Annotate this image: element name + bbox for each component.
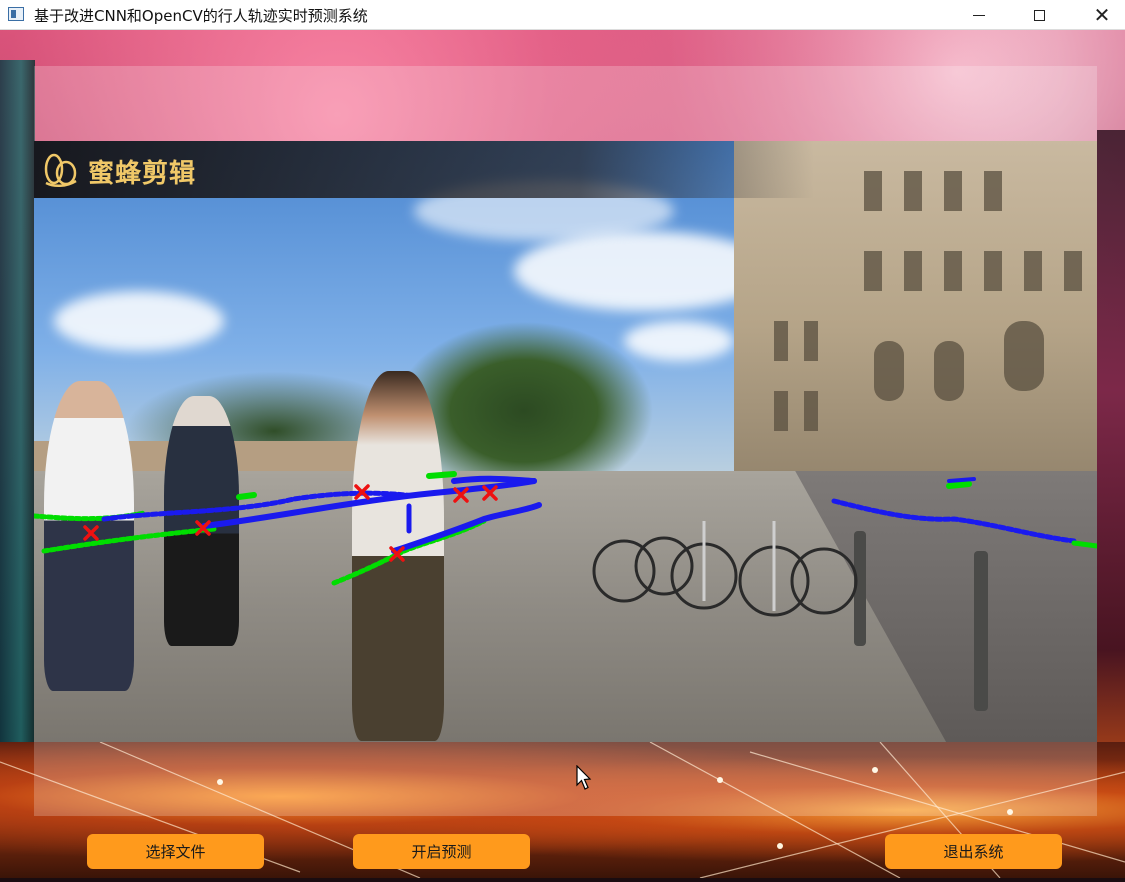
exit-system-button[interactable]: 退出系统 [885, 834, 1062, 869]
select-file-button[interactable]: 选择文件 [87, 834, 264, 869]
app-icon [8, 7, 24, 21]
mouse-cursor-icon [576, 765, 592, 790]
title-bar: 基于改进CNN和OpenCV的行人轨迹实时预测系统 ✕ [0, 0, 1125, 30]
maximize-icon [1033, 9, 1045, 21]
trajectory-overlay [34, 471, 1097, 586]
minimize-icon [973, 14, 985, 16]
bee-logo-icon [44, 153, 77, 187]
background-left-decoration [0, 60, 35, 760]
window-title: 基于改进CNN和OpenCV的行人轨迹实时预测系统 [34, 7, 368, 25]
start-prediction-button[interactable]: 开启预测 [353, 834, 530, 869]
close-button[interactable]: ✕ [1079, 0, 1125, 30]
watermark-banner: 蜜蜂剪辑 [34, 141, 814, 198]
close-icon: ✕ [1093, 3, 1111, 27]
background-right-decoration [1097, 130, 1125, 780]
watermark-text: 蜜蜂剪辑 [88, 159, 197, 189]
video-display: 蜜蜂剪辑 [34, 141, 1097, 742]
maximize-button[interactable] [1016, 0, 1062, 30]
minimize-button[interactable] [956, 0, 1002, 30]
